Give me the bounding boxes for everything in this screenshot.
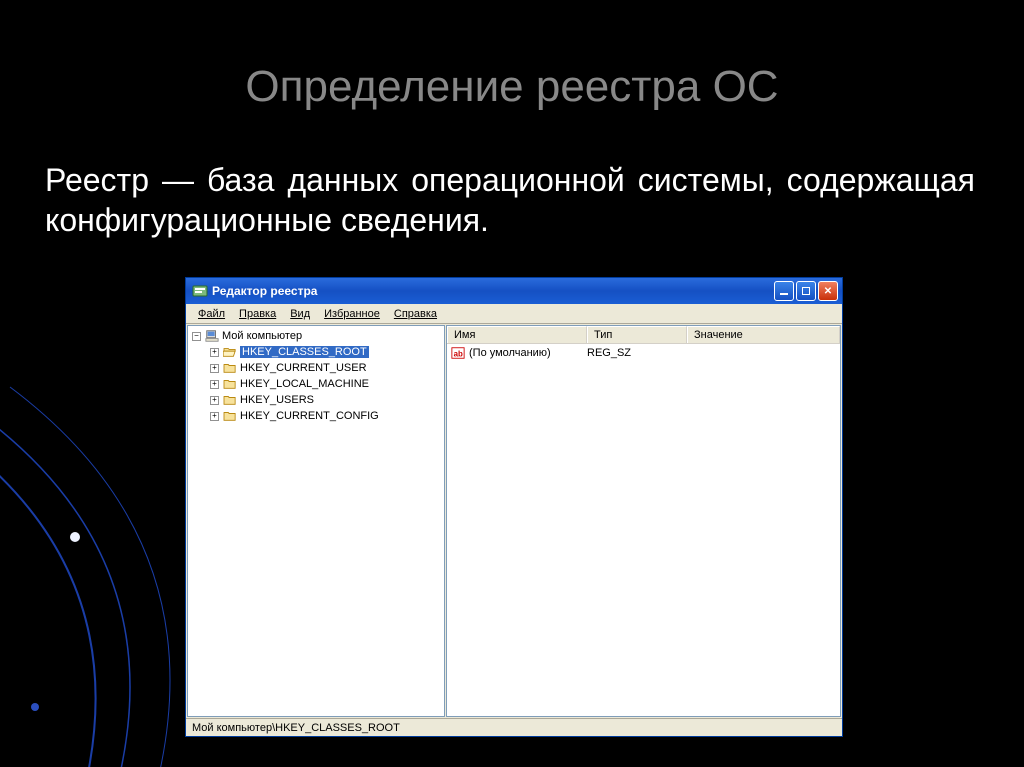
tree-root-row[interactable]: − Мой компьютер [188,328,444,344]
menu-favorites[interactable]: Избранное [318,306,386,322]
client-area: − Мой компьютер + HKEY_CLASSES_ROOT + HKEY_… [186,324,842,718]
folder-icon [223,410,237,422]
tree-item[interactable]: + HKEY_LOCAL_MACHINE [188,376,444,392]
value-type: REG_SZ [587,347,687,359]
collapse-icon[interactable]: − [192,332,201,341]
values-list: ab (По умолчанию)REG_SZ [447,344,840,716]
minimize-icon [780,293,788,295]
menu-help[interactable]: Справка [388,306,443,322]
value-row[interactable]: ab (По умолчанию)REG_SZ [447,344,840,360]
close-icon: ✕ [824,286,832,297]
col-value[interactable]: Значение [687,326,840,343]
minimize-button[interactable] [774,281,794,301]
tree-item[interactable]: + HKEY_USERS [188,392,444,408]
tree-item-label: HKEY_LOCAL_MACHINE [240,378,369,390]
expand-icon[interactable]: + [210,364,219,373]
folder-icon [223,394,237,406]
value-name: (По умолчанию) [469,347,587,359]
tree-item[interactable]: + HKEY_CURRENT_USER [188,360,444,376]
tree-root-label: Мой компьютер [222,330,302,342]
titlebar[interactable]: Редактор реестра ✕ [186,278,842,304]
computer-icon [205,329,219,343]
tree-panel[interactable]: − Мой компьютер + HKEY_CLASSES_ROOT + HKEY_… [187,325,445,717]
app-icon [192,283,208,299]
tree-item[interactable]: + HKEY_CURRENT_CONFIG [188,408,444,424]
window-title: Редактор реестра [212,284,774,298]
col-name[interactable]: Имя [447,326,587,343]
expand-icon[interactable]: + [210,396,219,405]
slide-body: Реестр — база данных операционной систем… [45,160,975,240]
menu-file[interactable]: Файл [192,306,231,322]
expand-icon[interactable]: + [210,348,219,357]
folder-open-icon [223,346,237,358]
maximize-button[interactable] [796,281,816,301]
string-value-icon: ab [451,346,465,360]
menu-edit[interactable]: Правка [233,306,282,322]
tree-item-label: HKEY_USERS [240,394,314,406]
tree-item-label: HKEY_CURRENT_CONFIG [240,410,379,422]
expand-icon[interactable]: + [210,380,219,389]
maximize-icon [802,287,810,295]
tree-item[interactable]: + HKEY_CLASSES_ROOT [188,344,444,360]
registry-editor-window: Редактор реестра ✕ Файл Правка Вид Избра… [185,277,843,737]
slide-title: Определение реестра ОС [0,62,1024,112]
menubar: Файл Правка Вид Избранное Справка [186,304,842,324]
statusbar-text: Мой компьютер\HKEY_CLASSES_ROOT [192,722,400,734]
tree-item-label: HKEY_CURRENT_USER [240,362,367,374]
tree-item-label: HKEY_CLASSES_ROOT [240,346,369,358]
col-type[interactable]: Тип [587,326,687,343]
statusbar: Мой компьютер\HKEY_CLASSES_ROOT [186,718,842,736]
folder-icon [223,362,237,374]
svg-text:ab: ab [454,349,463,358]
column-headers: Имя Тип Значение [447,326,840,344]
expand-icon[interactable]: + [210,412,219,421]
close-button[interactable]: ✕ [818,281,838,301]
folder-icon [223,378,237,390]
menu-view[interactable]: Вид [284,306,316,322]
values-panel[interactable]: Имя Тип Значение ab (По умолчанию)REG_SZ [446,325,841,717]
